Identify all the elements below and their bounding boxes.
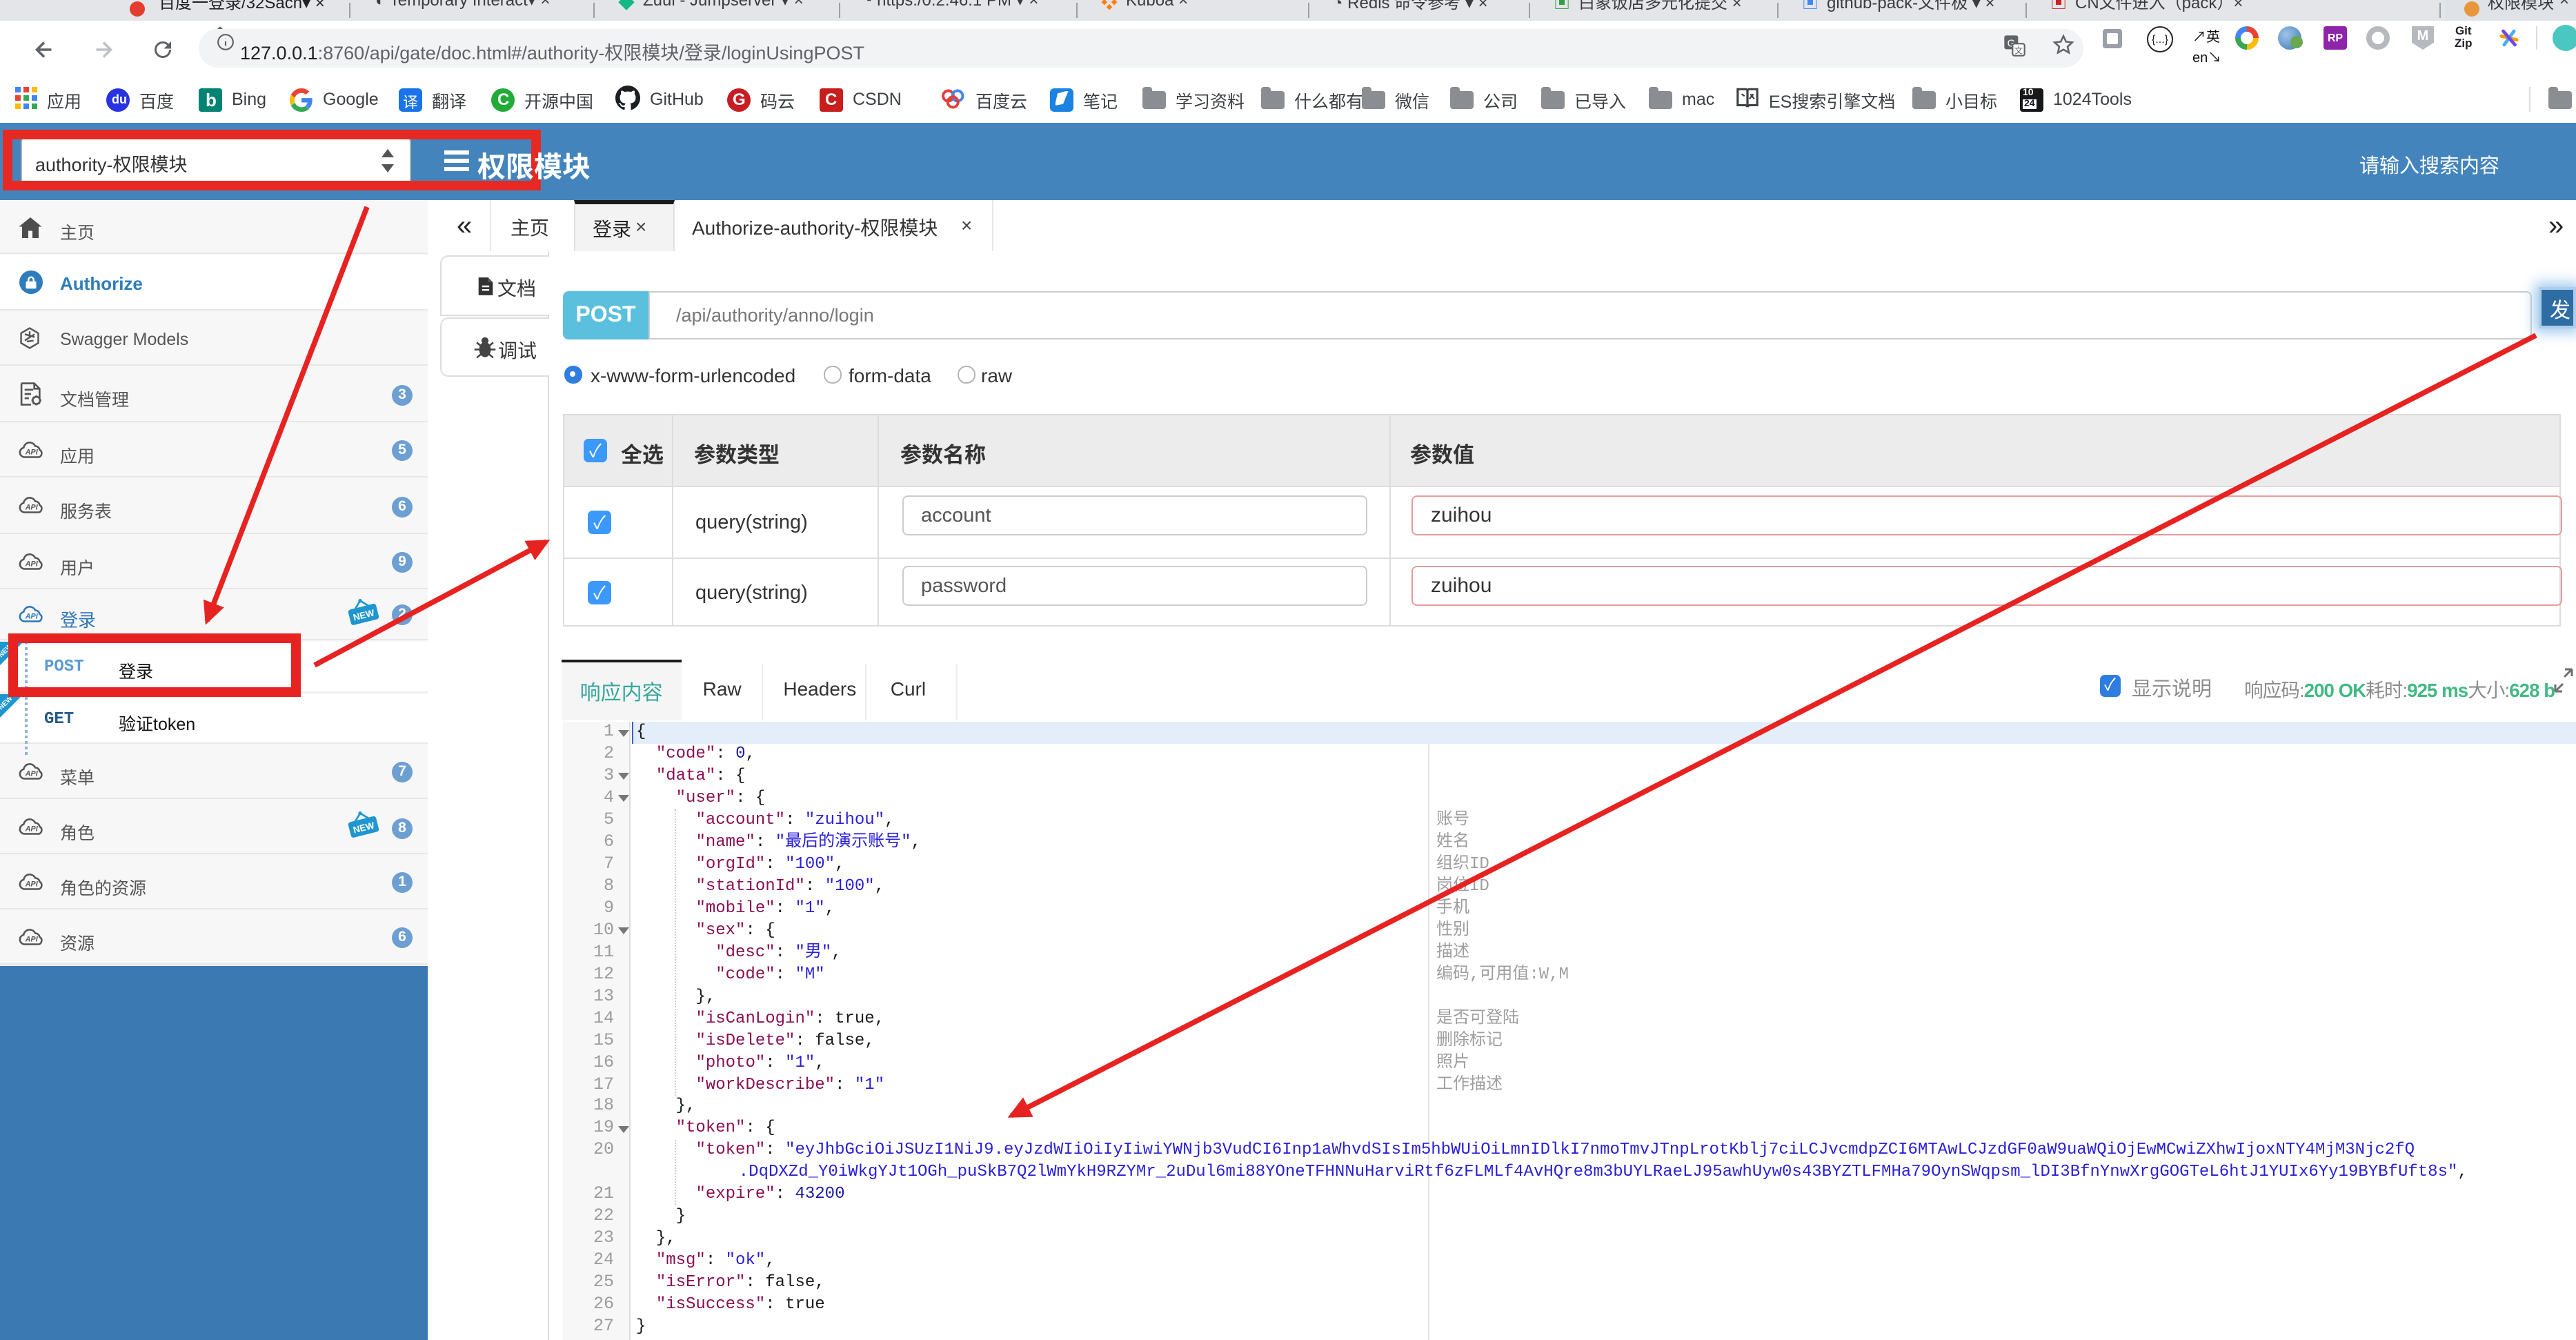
svg-text:API: API — [25, 504, 39, 512]
svg-text:API: API — [25, 560, 39, 568]
svg-text:API: API — [25, 448, 39, 456]
svg-text:API: API — [25, 880, 39, 889]
svg-text:API: API — [25, 770, 39, 778]
svg-text:API: API — [25, 613, 39, 621]
svg-text:API: API — [25, 825, 39, 834]
svg-text:API: API — [25, 935, 39, 943]
svg-text:文: 文 — [2014, 45, 2023, 55]
